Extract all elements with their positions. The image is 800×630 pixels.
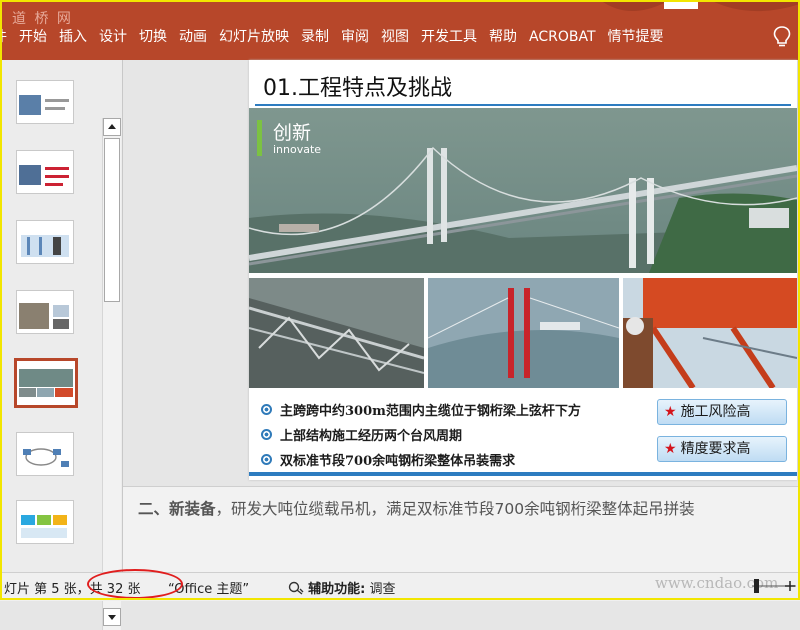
bullet-item[interactable]: 主跨跨中约300m范围内主缆位于钢桁梁上弦杆下方 (261, 397, 581, 422)
slide-canvas[interactable]: 01.工程特点及挑战 创新 innovate 主跨跨中约300m范围内主缆位于钢… (249, 60, 797, 480)
bullet-text: 主跨跨中约300m范围内主缆位于钢桁梁上弦杆下方 (280, 404, 581, 419)
slide-title[interactable]: 01.工程特点及挑战 (263, 70, 452, 102)
ribbon-decoration (560, 0, 800, 22)
lightbulb-icon[interactable] (771, 25, 793, 49)
tab-insert[interactable]: 插入 (53, 22, 93, 52)
tab-record[interactable]: 录制 (295, 22, 335, 52)
tag-precision[interactable]: ★ 精度要求高 (657, 436, 787, 462)
slide-thumbnail[interactable] (16, 432, 74, 476)
bullet-list: 主跨跨中约300m范围内主缆位于钢桁梁上弦杆下方 上部结构施工经历两个台风周期 … (261, 397, 581, 472)
triangle-up-icon (108, 124, 116, 129)
tab-slideshow[interactable]: 幻灯片放映 (213, 22, 295, 52)
slide-thumbnail[interactable] (16, 80, 74, 124)
notes-prefix: 二、 (138, 500, 170, 518)
tab-transitions[interactable]: 切换 (133, 22, 173, 52)
photo-crane-worker[interactable] (623, 278, 797, 388)
accessibility-icon (288, 581, 304, 595)
title-underline (255, 104, 791, 106)
photo-tower[interactable] (428, 278, 619, 388)
scroll-up-button[interactable] (103, 118, 121, 136)
thumbnail-scrollbar[interactable] (102, 118, 121, 630)
zoom-slider[interactable] (752, 576, 796, 596)
slide-thumbnail[interactable] (16, 150, 74, 194)
ribbon-tabs: 件 开始 插入 设计 切换 动画 幻灯片放映 录制 审阅 视图 开发工具 帮助 … (0, 22, 670, 52)
accessibility-label: 辅助功能: (308, 582, 366, 597)
highlight-circle (87, 569, 183, 599)
tag-label: 精度要求高 (680, 441, 751, 457)
tab-help[interactable]: 帮助 (483, 22, 523, 52)
accessibility-value: 调查 (369, 582, 396, 597)
tab-design[interactable]: 设计 (93, 22, 133, 52)
notes-pane[interactable]: 二、新装备，研发大吨位缆载吊机，满足双标准节段700余吨钢桁梁整体起吊拼装 (123, 486, 800, 573)
hero-accent-bar (257, 120, 262, 156)
tab-animations[interactable]: 动画 (173, 22, 213, 52)
accessibility-status[interactable]: 辅助功能: 调查 (288, 578, 396, 597)
bridge-illustration (249, 108, 797, 273)
bullet-circle-icon (261, 429, 272, 440)
bullet-item[interactable]: 双标准节段700余吨钢桁梁整体吊装需求 (261, 447, 581, 472)
hero-subheading: innovate (273, 143, 322, 156)
slide-thumbnail[interactable] (16, 290, 74, 334)
photo-truss-deck[interactable] (249, 278, 424, 388)
tab-acrobat[interactable]: ACROBAT (523, 22, 602, 52)
star-icon: ★ (664, 441, 677, 457)
notes-body: ，研发大吨位缆载吊机，满足双标准节段700余吨钢桁梁整体起吊拼装 (215, 500, 695, 518)
slide-thumbnail[interactable] (16, 500, 74, 544)
bullet-item[interactable]: 上部结构施工经历两个台风周期 (261, 422, 581, 447)
slide-thumbnail-selected[interactable] (14, 358, 78, 408)
scroll-thumb[interactable] (104, 138, 120, 302)
slide-thumbnail[interactable] (16, 220, 74, 264)
bullet-text: 双标准节段700余吨钢桁梁整体吊装需求 (280, 454, 516, 469)
triangle-down-icon (108, 615, 116, 620)
notes-text[interactable]: 二、新装备，研发大吨位缆载吊机，满足双标准节段700余吨钢桁梁整体起吊拼装 (138, 497, 695, 519)
tab-developer[interactable]: 开发工具 (415, 22, 483, 52)
bullet-circle-icon (261, 404, 272, 415)
scroll-down-button[interactable] (103, 608, 121, 626)
tab-view[interactable]: 视图 (375, 22, 415, 52)
tab-storyboard[interactable]: 情节提要 (602, 22, 670, 52)
bullet-text: 上部结构施工经历两个台风周期 (280, 429, 463, 444)
tab-review[interactable]: 审阅 (335, 22, 375, 52)
tag-construction-risk[interactable]: ★ 施工风险高 (657, 399, 787, 425)
hero-bridge-image[interactable]: 创新 innovate (249, 108, 797, 273)
star-icon: ★ (664, 404, 677, 420)
bullet-circle-icon (261, 454, 272, 465)
hero-heading: 创新 (273, 122, 312, 144)
thumbnail-pane (2, 60, 123, 630)
notes-bold: 新装备 (169, 500, 216, 518)
slide-bottom-bar (249, 472, 797, 476)
tag-label: 施工风险高 (680, 404, 751, 420)
ribbon: 道 桥 网 件 开始 插入 设计 切换 动画 幻灯片放映 录制 审阅 视图 开发… (0, 0, 800, 60)
tab-home[interactable]: 开始 (13, 22, 53, 52)
tab-file[interactable]: 件 (0, 22, 13, 52)
